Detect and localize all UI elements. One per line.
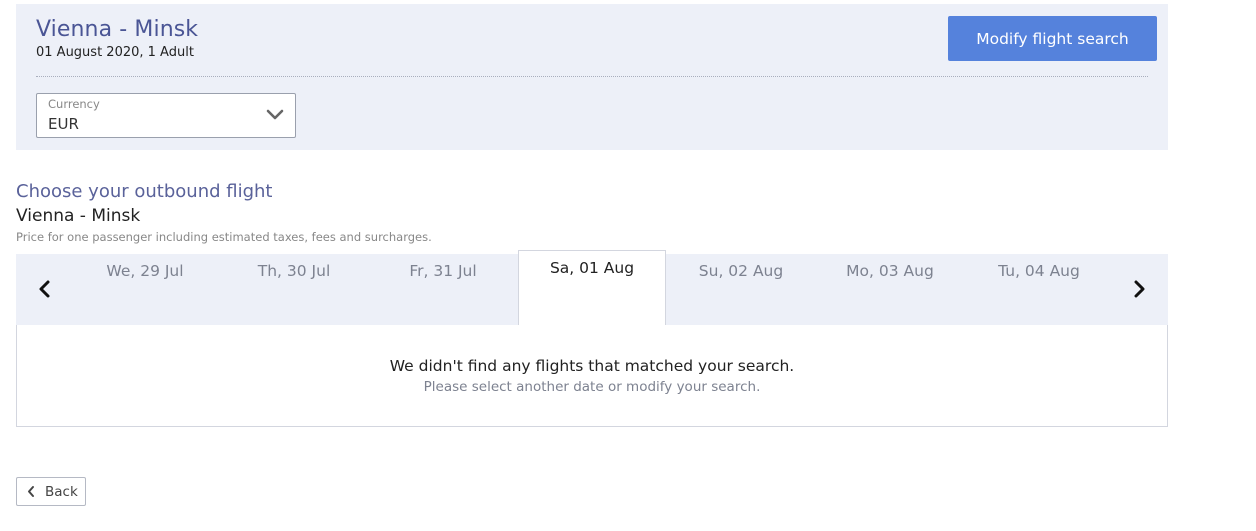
- date-selector: We, 29 Jul Th, 30 Jul Fr, 31 Jul Sa, 01 …: [16, 250, 1168, 326]
- modify-flight-search-button[interactable]: Modify flight search: [948, 16, 1157, 61]
- divider: [36, 76, 1148, 77]
- date-tab-31-jul[interactable]: Fr, 31 Jul: [369, 262, 517, 288]
- no-flights-message: We didn't find any flights that matched …: [389, 357, 795, 375]
- section-title: Choose your outbound flight: [16, 181, 273, 202]
- price-note: Price for one passenger including estima…: [16, 230, 432, 244]
- date-tab-03-aug[interactable]: Mo, 03 Aug: [816, 262, 964, 288]
- search-summary-panel: Vienna - Minsk 01 August 2020, 1 Adult M…: [16, 4, 1168, 150]
- date-tab-02-aug[interactable]: Su, 02 Aug: [667, 262, 815, 288]
- chevron-right-icon[interactable]: [1126, 276, 1152, 302]
- no-flights-hint: Please select another date or modify you…: [423, 379, 761, 395]
- route-title: Vienna - Minsk: [36, 17, 199, 42]
- results-panel: We didn't find any flights that matched …: [16, 325, 1168, 427]
- currency-value: EUR: [48, 115, 79, 133]
- chevron-left-icon: [28, 486, 34, 497]
- currency-label: Currency: [48, 97, 100, 111]
- back-label: Back: [45, 484, 78, 500]
- chevron-left-icon[interactable]: [32, 276, 58, 302]
- date-tab-04-aug[interactable]: Tu, 04 Aug: [965, 262, 1113, 288]
- date-tab-29-jul[interactable]: We, 29 Jul: [71, 262, 219, 288]
- back-button[interactable]: Back: [16, 477, 86, 506]
- currency-select[interactable]: Currency EUR: [36, 93, 296, 138]
- search-details: 01 August 2020, 1 Adult: [36, 45, 194, 60]
- chevron-down-icon: [266, 109, 284, 120]
- outbound-route: Vienna - Minsk: [16, 206, 141, 226]
- date-tab-01-aug[interactable]: Sa, 01 Aug: [518, 250, 666, 325]
- date-tab-30-jul[interactable]: Th, 30 Jul: [220, 262, 368, 288]
